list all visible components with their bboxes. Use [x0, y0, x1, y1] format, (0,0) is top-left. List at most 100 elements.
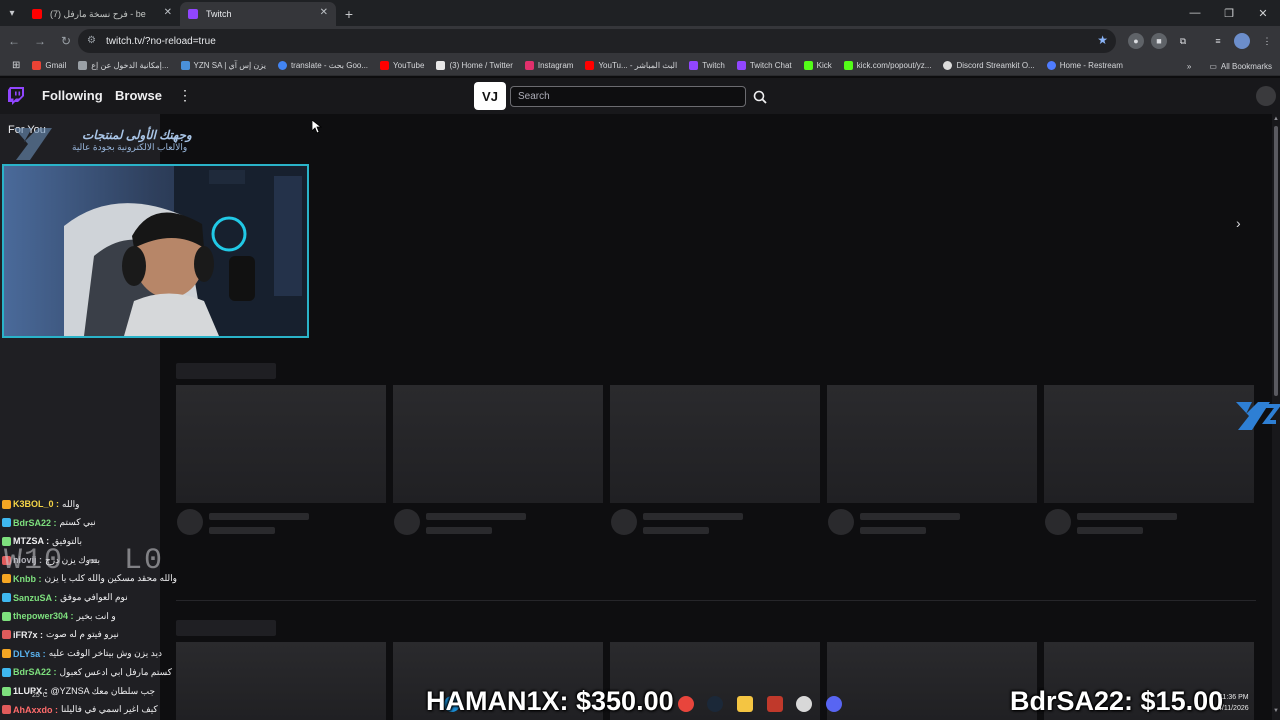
win-loss-record: W10 - L0 — [4, 544, 165, 578]
bookmark-item[interactable]: (3) Home / Twitter — [430, 56, 518, 76]
new-tab-button[interactable]: + — [336, 2, 362, 26]
chat-text: نبي كستم — [59, 517, 96, 528]
discord-icon[interactable] — [826, 696, 842, 712]
chat-badge-icon — [2, 611, 11, 621]
url-text: twitch.tv/?no-reload=true — [106, 35, 216, 47]
skeleton-line — [860, 513, 960, 520]
sponsor-banner: وجهتك الأولى لمنتجات والألعاب الالكتروني… — [10, 122, 210, 166]
close-tab-icon[interactable]: ✕ — [320, 7, 328, 18]
yz-logo-icon — [14, 128, 52, 160]
tab-label: Twitch — [206, 9, 232, 19]
bookmark-item[interactable]: Home - Restream — [1041, 56, 1129, 76]
bookmark-item[interactable]: Discord Streamkit O... — [937, 56, 1040, 76]
carousel-next-icon[interactable]: › — [1236, 215, 1241, 231]
more-options-icon[interactable]: ⋮ — [178, 87, 192, 104]
bookmark-item[interactable]: kick.com/popout/yz... — [838, 56, 938, 76]
all-bookmarks-button[interactable]: » ▭ All Bookmarks — [1187, 56, 1272, 76]
restream-icon — [1046, 61, 1056, 70]
apps-grid-icon[interactable]: ⊞ — [6, 56, 26, 76]
chat-text: و انت بخير — [76, 610, 116, 621]
chat-username: BdrSA22 : — [13, 517, 57, 528]
skeleton-line — [426, 527, 492, 534]
overwatch-icon[interactable] — [796, 696, 812, 712]
back-icon[interactable]: ← — [2, 29, 26, 53]
browser-tab-bar: ▾ (7) فرح نسخة مارفل - be ✕ Twitch ✕ + —… — [0, 0, 1280, 26]
close-tab-icon[interactable]: ✕ — [164, 7, 172, 18]
media-control-icon[interactable]: ≡ — [1210, 33, 1226, 49]
tab-label: (7) فرح نسخة مارفل - be — [50, 8, 146, 19]
chat-username: SanzuSA : — [13, 592, 58, 603]
browser-toolbar: ← → ↻ ⚙ twitch.tv/?no-reload=true ★ ● ■ … — [0, 26, 1280, 56]
bookmark-item[interactable]: إمكانية الدخول عن إع... — [72, 56, 174, 76]
chevron-right-icon: » — [1186, 61, 1192, 71]
youtube-favicon-icon — [32, 9, 42, 19]
skeleton-line — [860, 527, 926, 534]
twitch-logo-icon[interactable] — [8, 87, 24, 105]
promo-line-1: وجهتك الأولى لمنتجات — [82, 128, 192, 142]
chrome-icon[interactable] — [678, 696, 694, 712]
search-button[interactable] — [750, 86, 770, 107]
browser-tab-twitch[interactable]: Twitch ✕ — [180, 2, 336, 26]
youtube-icon — [380, 61, 390, 70]
extension-icon[interactable]: ● — [1128, 33, 1144, 49]
reload-icon[interactable]: ↻ — [54, 29, 78, 53]
steam-icon[interactable] — [707, 696, 723, 712]
forward-icon[interactable]: → — [28, 29, 52, 53]
vj-extension-button[interactable]: VJ — [474, 82, 506, 110]
bookmark-item[interactable]: Gmail — [26, 56, 72, 76]
skeleton-section-title — [176, 363, 276, 379]
profile-avatar-icon[interactable] — [1234, 33, 1250, 49]
scroll-up-icon[interactable]: ▲ — [1273, 116, 1279, 122]
bookmark-item[interactable]: YZN SA | يزن إس آي — [175, 56, 272, 76]
bookmark-star-icon[interactable]: ★ — [1097, 33, 1108, 47]
browser-menu-icon[interactable]: ⋮ — [1259, 33, 1275, 49]
skeleton-avatar — [828, 509, 854, 535]
skeleton-line — [1077, 513, 1177, 520]
app-icon[interactable] — [767, 696, 783, 712]
nav-following-link[interactable]: Following — [42, 88, 103, 103]
extensions-puzzle-icon[interactable]: ⧉ — [1175, 33, 1191, 49]
twitch-icon — [736, 61, 746, 70]
nav-browse-link[interactable]: Browse — [115, 88, 162, 103]
scrollbar-thumb[interactable] — [1274, 126, 1278, 396]
twitch-icon — [689, 61, 699, 70]
tab-search-icon[interactable]: ▾ — [0, 0, 24, 26]
bookmark-item[interactable]: Twitch — [683, 56, 731, 76]
address-bar[interactable]: ⚙ twitch.tv/?no-reload=true ★ — [78, 29, 1116, 53]
webcam-feed — [2, 164, 309, 338]
bookmark-item[interactable]: Instagram — [519, 56, 580, 76]
bookmark-item[interactable]: YouTube — [374, 56, 430, 76]
close-window-icon[interactable]: ✕ — [1246, 0, 1280, 26]
chat-message: K3BOL_0 : والله — [2, 495, 198, 513]
chat-badge-icon — [2, 667, 11, 677]
search-input[interactable]: Search — [510, 86, 746, 107]
clock-time: 11:36 PM — [1219, 694, 1249, 701]
system-clock[interactable]: 11:36 PM 4/11/2026 — [1218, 692, 1249, 714]
yzn-icon — [180, 61, 190, 70]
skeleton-avatar — [611, 509, 637, 535]
bookmark-item[interactable]: Kick — [798, 56, 838, 76]
skeleton-card — [610, 385, 820, 503]
user-avatar[interactable] — [1256, 86, 1276, 106]
bookmark-item[interactable]: Twitch Chat — [731, 56, 798, 76]
browser-tab-youtube[interactable]: (7) فرح نسخة مارفل - be ✕ — [24, 2, 180, 26]
minimize-icon[interactable]: — — [1178, 0, 1212, 26]
bookmark-item[interactable]: translate - بحث Goo... — [272, 56, 374, 76]
site-info-icon[interactable]: ⚙ — [87, 35, 96, 46]
bookmark-item[interactable]: YouTu... - البث المباشر — [579, 56, 683, 76]
youtube-icon — [585, 61, 595, 70]
chat-text: والله — [62, 498, 80, 509]
chat-text: كستم مارفل ابي ادعس كعبول — [59, 666, 172, 677]
chat-badge-icon — [2, 499, 11, 509]
discord-icon — [943, 61, 953, 70]
chat-message: thepower304 :و انت بخير — [2, 607, 198, 625]
chat-overlay: K3BOL_0 : والله BdrSA22 : نبي كستم MTZSA : با… — [0, 495, 200, 720]
extension-icon[interactable]: ■ — [1151, 33, 1167, 49]
folder-icon[interactable] — [737, 696, 753, 712]
maximize-icon[interactable]: ❐ — [1212, 0, 1246, 26]
page-icon — [78, 61, 88, 70]
window-controls: — ❐ ✕ — [1178, 0, 1280, 26]
clock-date: 4/11/2026 — [1218, 705, 1249, 712]
chat-username: thepower304 : — [13, 611, 74, 622]
donation-right: BdrSA22: $15.00 — [1010, 686, 1224, 716]
